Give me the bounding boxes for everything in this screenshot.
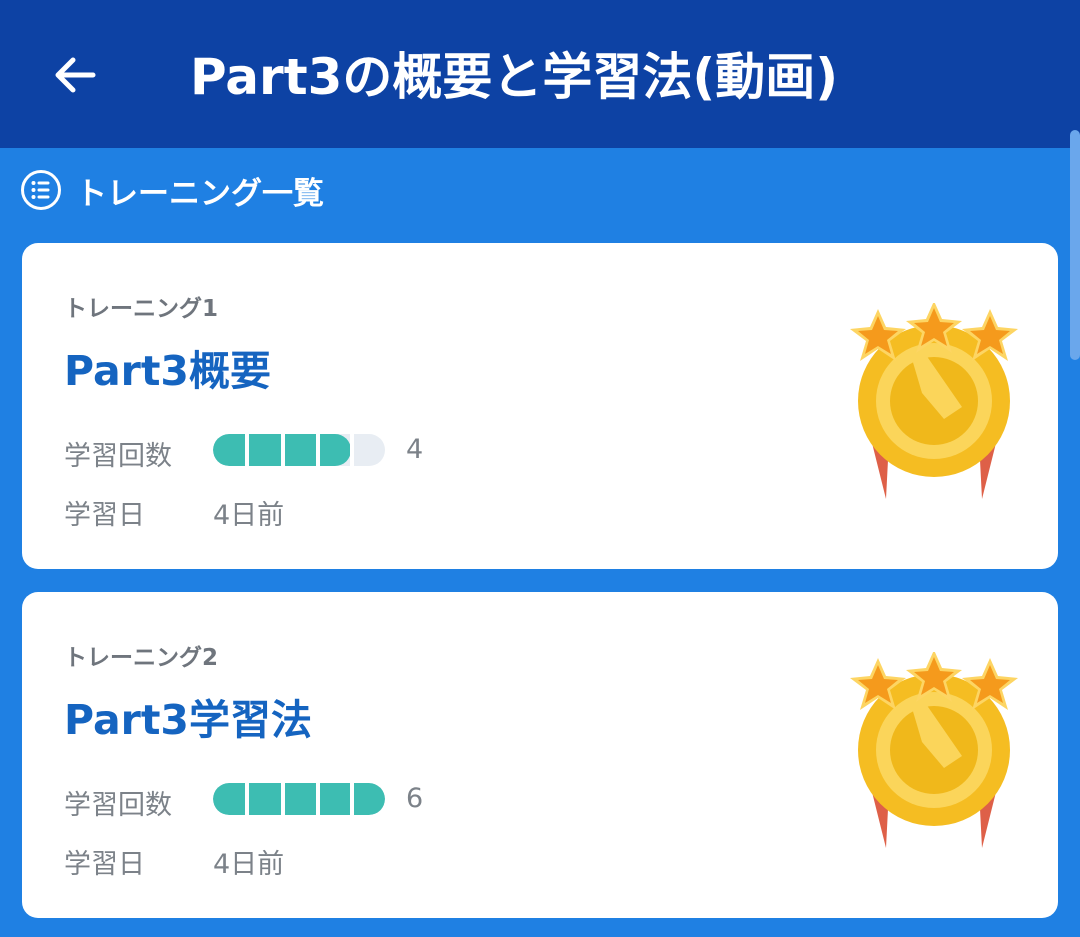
section-header: トレーニング一覧 xyxy=(20,168,324,212)
study-date-label: 学習日 xyxy=(64,849,145,880)
scrollbar[interactable] xyxy=(1070,130,1080,360)
study-count-value: 4 xyxy=(406,434,424,465)
training-number: トレーニング2 xyxy=(64,645,219,671)
training-card-2[interactable]: トレーニング2 Part3学習法 学習回数 6 学習日 4日前 xyxy=(22,592,1058,918)
progress-fill xyxy=(213,783,385,815)
back-button[interactable] xyxy=(40,40,110,110)
study-count-progress xyxy=(213,783,385,815)
training-title: Part3概要 xyxy=(64,347,271,395)
page-title: Part3の概要と学習法(動画) xyxy=(190,48,839,106)
training-number: トレーニング1 xyxy=(64,296,219,322)
section-label: トレーニング一覧 xyxy=(76,175,324,212)
gold-medal-icon xyxy=(850,652,1018,848)
study-count-progress xyxy=(213,434,385,466)
study-date-label: 学習日 xyxy=(64,500,145,531)
app-bar: Part3の概要と学習法(動画) xyxy=(0,0,1080,148)
gold-medal-icon xyxy=(850,303,1018,499)
study-count-value: 6 xyxy=(406,783,424,814)
study-date-value: 4日前 xyxy=(213,849,285,880)
training-card-1[interactable]: トレーニング1 Part3概要 学習回数 4 学習日 4日前 xyxy=(22,243,1058,569)
study-date-value: 4日前 xyxy=(213,500,285,531)
training-title: Part3学習法 xyxy=(64,696,312,744)
arrow-left-icon xyxy=(55,57,96,93)
list-icon xyxy=(20,169,62,211)
study-count-label: 学習回数 xyxy=(64,441,172,472)
study-count-label: 学習回数 xyxy=(64,790,172,821)
